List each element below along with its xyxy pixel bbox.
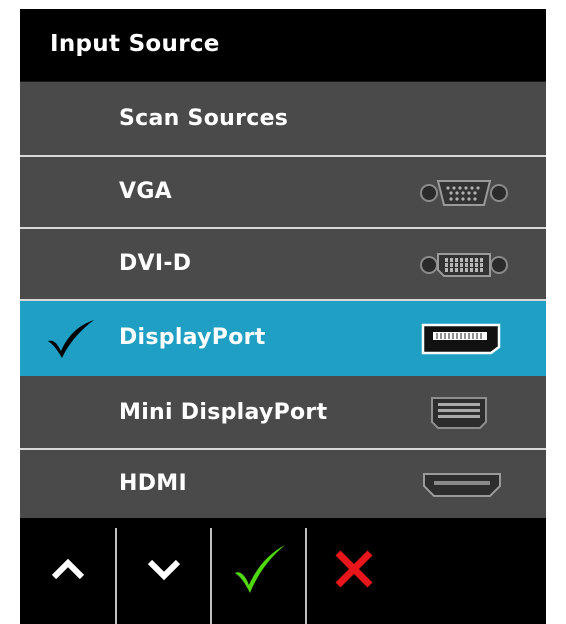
- menu-item-label: Scan Sources: [119, 106, 289, 131]
- input-source-menu: Input Source Scan Sources VGA DVI-D Disp…: [20, 9, 546, 624]
- selected-check-icon: [46, 319, 96, 363]
- hdmi-port-icon: [422, 472, 502, 502]
- displayport-icon: [421, 323, 501, 359]
- menu-item-vga[interactable]: VGA: [20, 157, 546, 227]
- menu-item-label: DisplayPort: [119, 325, 266, 350]
- menu-item-scan-sources[interactable]: Scan Sources: [20, 82, 546, 155]
- confirm-check-icon: [231, 541, 287, 601]
- menu-title: Input Source: [50, 31, 220, 57]
- vga-port-icon: [420, 176, 508, 214]
- menu-item-label: HDMI: [119, 471, 187, 496]
- mini-displayport-icon: [430, 396, 488, 434]
- exit-button[interactable]: [307, 518, 400, 624]
- down-button[interactable]: [117, 518, 210, 624]
- dvi-port-icon: [420, 248, 508, 286]
- down-arrow-icon: [144, 549, 184, 593]
- exit-x-icon: [332, 547, 376, 595]
- confirm-button[interactable]: [212, 518, 305, 624]
- osd-button-bar: [20, 518, 546, 624]
- menu-item-label: DVI-D: [119, 251, 192, 276]
- menu-item-hdmi[interactable]: HDMI: [20, 450, 546, 518]
- menu-item-label: Mini DisplayPort: [119, 400, 328, 425]
- up-arrow-icon: [48, 549, 88, 593]
- menu-item-displayport[interactable]: DisplayPort: [20, 301, 546, 376]
- menu-item-dvi-d[interactable]: DVI-D: [20, 229, 546, 299]
- menu-item-label: VGA: [119, 179, 173, 204]
- menu-item-mini-displayport[interactable]: Mini DisplayPort: [20, 376, 546, 448]
- menu-header: Input Source: [20, 9, 546, 81]
- up-button[interactable]: [20, 518, 115, 624]
